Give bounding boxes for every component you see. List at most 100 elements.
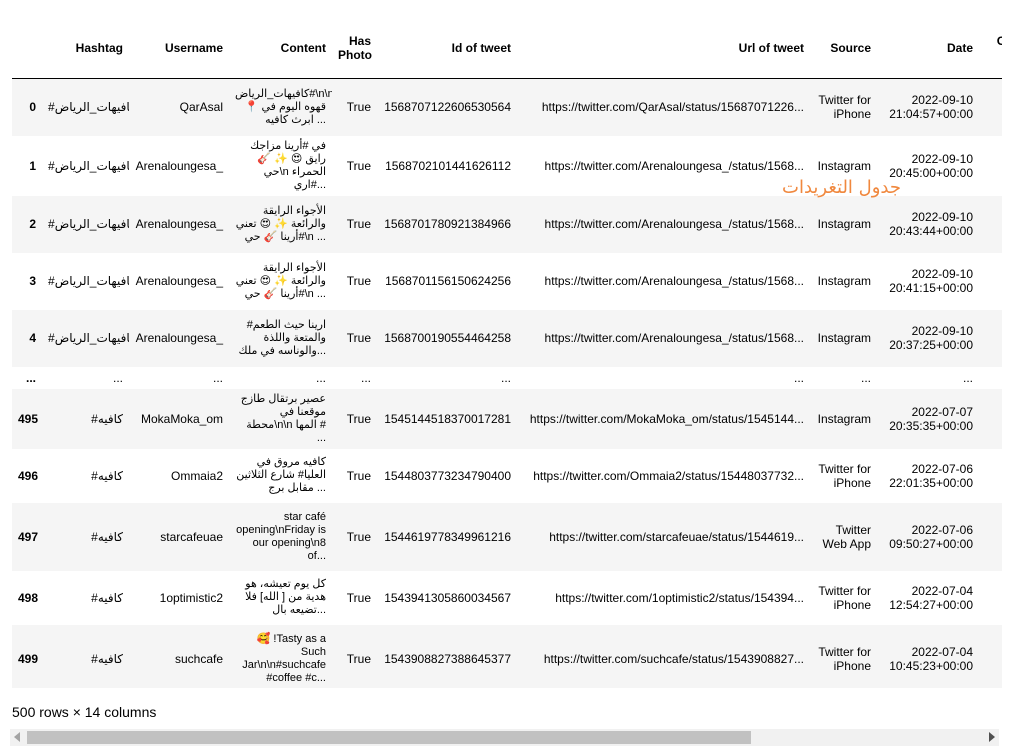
cell-count-of-replies <box>979 79 1002 136</box>
cell-id: 1543908827388645377 <box>384 651 511 666</box>
cell-url: https://twitter.com/suchcafe/status/1543… <box>543 651 804 666</box>
cell-content: star café opening\nFriday is our opening… <box>236 510 326 562</box>
cell-has-photo: True <box>346 331 371 345</box>
ellipsis-cell: ... <box>25 370 36 385</box>
cell-username: Arenaloungesa_ <box>135 331 223 345</box>
row-index: 497 <box>18 529 39 544</box>
ellipsis-cell: ... <box>793 370 804 385</box>
cell-has-photo: True <box>346 529 371 544</box>
cell-hashtag: #كافيهات_الرياض <box>48 331 129 345</box>
table-row: 3 #كافيهات_الرياض Arenaloungesa_ الأجواء… <box>12 252 1002 310</box>
row-index: 0 <box>29 100 36 115</box>
cell-url: https://twitter.com/Arenaloungesa_/statu… <box>544 158 804 173</box>
cell-date: 2022-09-10 20:43:44+00:00 <box>889 210 973 238</box>
column-header-username: Username <box>129 18 229 79</box>
cell-content: 🥰 !Tasty as a Such Jar\n\n#suchcafe #cof… <box>242 632 326 684</box>
cell-has-photo: True <box>346 468 371 483</box>
ellipsis-cell: ... <box>360 370 371 385</box>
cell-username: Arenaloungesa_ <box>135 274 223 288</box>
scroll-left-arrow-icon[interactable] <box>14 732 20 742</box>
cell-content: الأجواء الرايقة والرائعة ✨ 😍 تعني #أرينا… <box>235 204 326 243</box>
cell-date: 2022-09-10 20:37:25+00:00 <box>889 324 973 352</box>
cell-hashtag: #كافيهات_الرياض <box>48 274 129 288</box>
row-index: 498 <box>18 590 39 605</box>
cell-username: MokaMoka_om <box>140 411 223 426</box>
cell-has-photo: True <box>346 651 371 666</box>
scrollbar-thumb[interactable] <box>27 731 751 744</box>
cell-source: Instagram <box>817 274 871 288</box>
cell-source: Instagram <box>817 217 871 231</box>
cell-url: https://twitter.com/MokaMoka_om/status/1… <box>529 411 804 426</box>
cell-hashtag: #كافيه <box>91 468 123 483</box>
cell-url: https://twitter.com/Arenaloungesa_/statu… <box>544 274 804 288</box>
ellipsis-cell: ... <box>979 367 1002 389</box>
cell-source: Twitter Web App <box>822 522 871 551</box>
cell-has-photo: True <box>346 158 371 173</box>
cell-has-photo: True <box>346 411 371 426</box>
cell-date: 2022-07-04 12:54:27+00:00 <box>889 583 973 612</box>
cell-url: https://twitter.com/QarAsal/status/15687… <box>541 100 804 115</box>
table-row: 498 #كافيه 1optimistic2 كل يوم تعيشه، هو… <box>12 570 1002 625</box>
cell-content: كافيهات_الرياض#\n\n قهوه اليوم في 📍 ابرث… <box>235 87 332 126</box>
row-index: 4 <box>29 331 36 345</box>
ellipsis-cell: ... <box>500 370 511 385</box>
cell-has-photo: True <box>346 100 371 115</box>
table-row: 4 #كافيهات_الرياض Arenaloungesa_ ارينا ح… <box>12 309 1002 367</box>
cell-source: Twitter for iPhone <box>818 583 871 612</box>
table-row: 495 #كافيه MokaMoka_om عصير برتقال طازج … <box>12 388 1002 449</box>
cell-hashtag: #كافيهات_الرياض <box>48 217 129 231</box>
cell-url: https://twitter.com/1optimistic2/status/… <box>555 590 804 605</box>
column-header-date: Date <box>877 18 979 79</box>
cell-id: 1568700190554464258 <box>384 331 511 345</box>
scroll-right-arrow-icon[interactable] <box>989 732 995 742</box>
cell-date: 2022-07-07 20:35:35+00:00 <box>889 404 973 433</box>
cell-id: 1543941305860034567 <box>384 590 511 605</box>
column-header-id: Id of tweet <box>377 18 517 79</box>
table-row: 2 #كافيهات_الرياض Arenaloungesa_ الأجواء… <box>12 195 1002 253</box>
ellipsis-cell: ... <box>112 370 123 385</box>
index-header <box>12 18 42 79</box>
cell-username: Ommaia2 <box>170 468 223 483</box>
column-header-hashtag: Hashtag <box>42 18 129 79</box>
cell-hashtag: #كافيه <box>91 529 123 544</box>
table-row: 497 #كافيه starcafeuae star café opening… <box>12 502 1002 571</box>
cell-id: 1544619778349961216 <box>384 529 511 544</box>
cell-date: 2022-07-06 09:50:27+00:00 <box>889 522 973 551</box>
cell-count-of-replies <box>979 571 1002 625</box>
ellipsis-cell: ... <box>860 370 871 385</box>
cell-count-of-replies <box>979 449 1002 503</box>
row-index: 499 <box>18 651 39 666</box>
cell-hashtag: #كافيهات_الرياض <box>48 158 129 173</box>
table-row: 496 #كافيه Ommaia2 كافيه مروق في العليا#… <box>12 448 1002 503</box>
row-index: 1 <box>29 158 36 173</box>
cell-username: Arenaloungesa_ <box>135 158 223 173</box>
cell-count-of-replies <box>979 310 1002 367</box>
cell-username: 1optimistic2 <box>159 590 223 605</box>
cell-username: Arenaloungesa_ <box>135 217 223 231</box>
cell-count-of-replies <box>979 625 1002 689</box>
ellipsis-row: ... ... ... ... ... ... ... ... ... ... <box>12 366 1002 389</box>
cell-content: ارينا حيث الطعم# والمتعة واللذة والوناسه… <box>238 318 326 357</box>
cell-count-of-replies <box>979 136 1002 196</box>
cell-hashtag: #كافيه <box>91 411 123 426</box>
cell-source: Twitter for iPhone <box>818 644 871 673</box>
cell-source: Instagram <box>817 331 871 345</box>
cell-content: كل يوم تعيشه، هو هدية من [ الله] فلا تضي… <box>245 578 326 616</box>
ellipsis-cell: ... <box>212 370 223 385</box>
row-index: 2 <box>29 217 36 231</box>
column-header-content: Content <box>229 18 332 79</box>
row-column-summary: 500 rows × 14 columns <box>12 704 157 720</box>
cell-hashtag: #كافيهات_الرياض <box>48 100 129 115</box>
cell-url: https://twitter.com/starcafeuae/status/1… <box>549 529 804 544</box>
dataframe-container: Hashtag Username Content Has Photo Id of… <box>12 18 1002 688</box>
cell-has-photo: True <box>346 217 371 231</box>
cell-id: 1568701780921384966 <box>384 217 511 231</box>
ellipsis-cell: ... <box>962 370 973 385</box>
cell-username: starcafeuae <box>160 529 223 544</box>
ellipsis-cell: ... <box>315 370 326 385</box>
column-header-count-of-replies: Count of replies <box>979 18 1002 79</box>
cell-content: كافيه مروق في العليا# شارع الثلاثين مقاب… <box>236 456 326 494</box>
cell-url: https://twitter.com/Arenaloungesa_/statu… <box>544 217 804 231</box>
cell-username: suchcafe <box>174 651 223 666</box>
horizontal-scrollbar[interactable] <box>10 729 999 746</box>
